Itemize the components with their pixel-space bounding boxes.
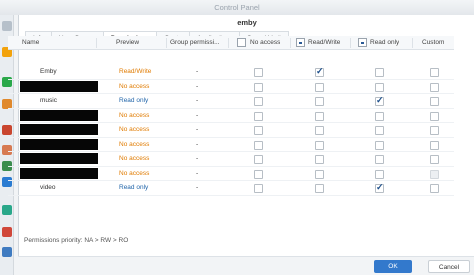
table-row[interactable]: No access - [8, 152, 454, 167]
redacted-name-block [20, 109, 98, 121]
custom-checkbox[interactable] [430, 111, 439, 121]
read-write-checkbox[interactable] [315, 184, 324, 193]
custom-checkbox[interactable] [430, 169, 439, 179]
preview-value: Read/Write [119, 68, 152, 75]
ok-button[interactable]: OK [374, 260, 412, 273]
table-row[interactable]: No access - [8, 80, 454, 94]
read-only-checkbox[interactable] [375, 182, 384, 193]
read-write-select-all-checkbox[interactable] [296, 38, 305, 47]
column-name[interactable]: Name [22, 36, 39, 50]
column-no-access[interactable]: No access [250, 36, 280, 50]
no-access-checkbox[interactable] [254, 82, 263, 92]
group-permission-value: - [196, 140, 199, 148]
column-group-permission[interactable]: Group permissi... [170, 36, 228, 50]
read-only-checkbox[interactable] [375, 140, 384, 150]
shared-folder-name: Emby [40, 68, 57, 75]
custom-checkbox[interactable] [430, 97, 439, 106]
preview-value: No access [119, 155, 150, 162]
custom-checkbox[interactable] [430, 155, 439, 164]
table-row[interactable]: No access - [8, 123, 454, 138]
table-row[interactable]: video Read only - [8, 181, 454, 196]
custom-checkbox[interactable] [430, 126, 439, 135]
table-row[interactable]: No access - [8, 109, 454, 123]
redacted-name-block [20, 138, 98, 150]
column-preview[interactable]: Preview [116, 36, 139, 50]
read-only-checkbox[interactable] [375, 126, 384, 135]
preview-value: Read only [119, 97, 149, 104]
read-only-select-all-checkbox[interactable] [358, 38, 367, 47]
grid-header: Name Preview Group permissi... No access… [8, 36, 454, 50]
permissions-priority-note: Permissions priority: NA > RW > RO [24, 237, 129, 244]
read-write-checkbox[interactable] [315, 111, 324, 121]
app-icon[interactable] [2, 205, 12, 215]
read-only-checkbox[interactable] [375, 155, 384, 164]
dialog-title: emby [237, 18, 257, 27]
no-access-checkbox[interactable] [254, 111, 263, 121]
preview-value: No access [119, 169, 150, 177]
column-read-write[interactable]: Read/Write [308, 36, 340, 50]
read-write-checkbox[interactable] [315, 126, 324, 135]
read-only-checkbox[interactable] [375, 169, 384, 179]
redacted-name-block [20, 124, 98, 135]
group-permission-value: - [196, 169, 199, 177]
column-divider[interactable] [96, 38, 97, 48]
redacted-name-block [20, 153, 98, 164]
column-custom[interactable]: Custom [422, 36, 444, 50]
group-permission-value: - [196, 126, 199, 133]
dialog-footer: OK Cancel [18, 256, 474, 275]
app-icon[interactable] [2, 21, 12, 31]
shared-folder-name: video [40, 184, 56, 191]
window-title: Control Panel [0, 0, 474, 15]
read-write-checkbox[interactable] [315, 66, 324, 77]
column-divider[interactable] [290, 38, 291, 48]
table-row[interactable]: music Read only - [8, 94, 454, 109]
table-row[interactable]: Emby Read/Write - [8, 65, 454, 80]
read-only-checkbox[interactable] [375, 95, 384, 106]
read-only-checkbox[interactable] [375, 111, 384, 121]
custom-checkbox[interactable] [430, 68, 439, 77]
no-access-checkbox[interactable] [254, 97, 263, 106]
column-divider[interactable] [228, 38, 229, 48]
read-only-checkbox[interactable] [375, 82, 384, 92]
preview-value: No access [119, 111, 150, 119]
custom-checkbox[interactable] [430, 82, 439, 92]
redacted-name-block [20, 80, 98, 92]
read-write-checkbox[interactable] [315, 97, 324, 106]
read-only-checkbox[interactable] [375, 68, 384, 77]
column-divider[interactable] [350, 38, 351, 48]
read-write-checkbox[interactable] [315, 82, 324, 92]
group-permission-value: - [196, 97, 199, 104]
table-row[interactable]: No access - [8, 138, 454, 152]
group-permission-value: - [196, 155, 199, 162]
column-divider[interactable] [166, 38, 167, 48]
no-access-checkbox[interactable] [254, 68, 263, 77]
read-write-checkbox[interactable] [315, 155, 324, 164]
column-divider[interactable] [412, 38, 413, 48]
no-access-checkbox[interactable] [254, 126, 263, 135]
no-access-select-all-checkbox[interactable] [237, 38, 246, 47]
read-write-checkbox[interactable] [315, 169, 324, 179]
preview-value: Read only [119, 184, 149, 191]
no-access-checkbox[interactable] [254, 184, 263, 193]
no-access-checkbox[interactable] [254, 140, 263, 150]
app-icon[interactable] [2, 247, 12, 257]
app-icon[interactable] [2, 227, 12, 237]
no-access-checkbox[interactable] [254, 155, 263, 164]
preview-value: No access [119, 140, 150, 148]
shared-folder-name: music [40, 97, 57, 104]
redacted-name-block [20, 167, 98, 179]
column-read-only[interactable]: Read only [370, 36, 399, 50]
custom-checkbox[interactable] [430, 184, 439, 193]
group-permission-value: - [196, 111, 199, 119]
group-permission-value: - [196, 82, 199, 90]
read-write-checkbox[interactable] [315, 140, 324, 150]
group-permission-value: - [196, 68, 199, 75]
preview-value: No access [119, 82, 150, 90]
no-access-checkbox[interactable] [254, 169, 263, 179]
table-row[interactable]: No access - [8, 167, 454, 181]
custom-checkbox[interactable] [430, 140, 439, 150]
group-permission-value: - [196, 184, 199, 191]
cancel-button[interactable]: Cancel [428, 260, 470, 273]
preview-value: No access [119, 126, 150, 133]
